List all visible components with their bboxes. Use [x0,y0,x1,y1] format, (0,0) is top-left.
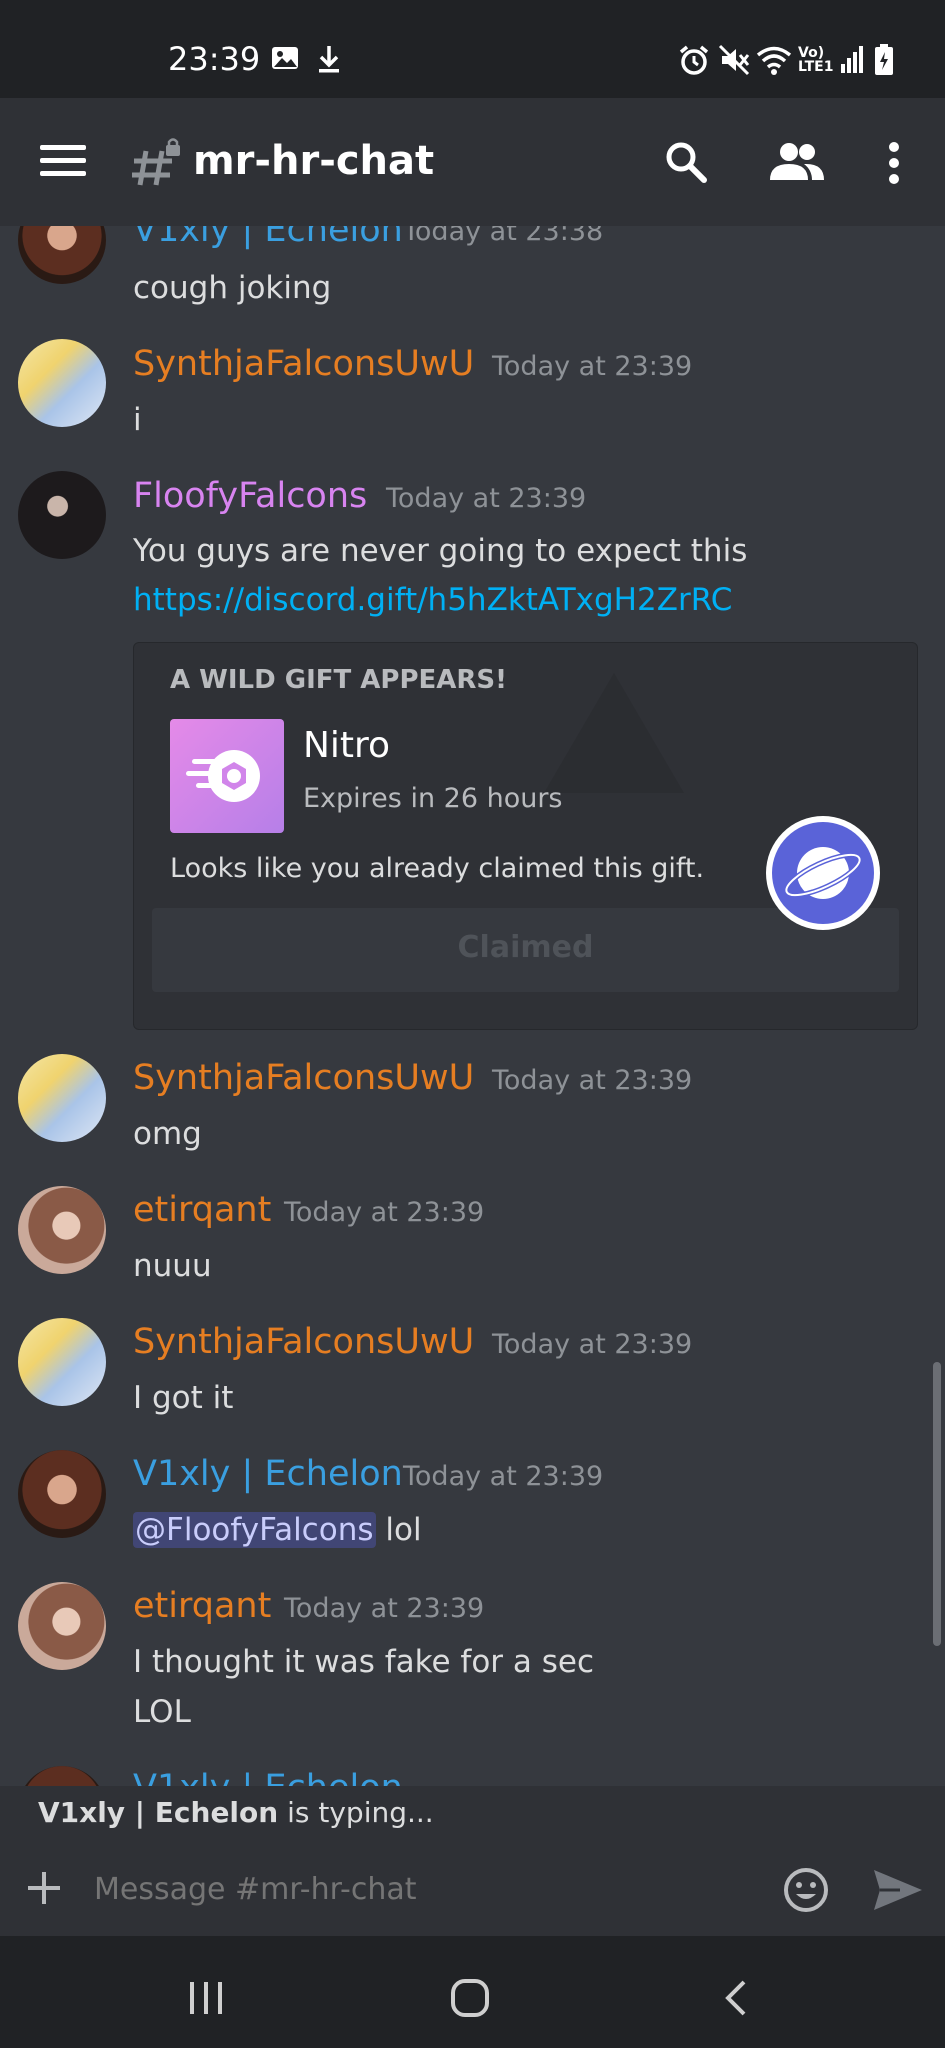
alarm-icon [678,44,710,80]
avatar[interactable] [18,1766,106,1786]
claimed-button-label: Claimed [457,930,594,965]
status-bar: 23:39 Vo) LTE1 [0,0,945,98]
timestamp: Today at 23:39 [492,1329,693,1360]
menu-icon[interactable] [40,143,86,183]
planet-icon [772,822,874,924]
send-icon[interactable] [872,1868,924,1916]
avatar[interactable] [18,1186,106,1274]
timestamp: Today at 23:39 [403,1461,604,1492]
message-text: I thought it was fake for a sec [133,1644,595,1680]
username[interactable]: SynthjaFalconsUwU [133,1322,474,1362]
timestamp: Today at 23:39 [492,1065,693,1096]
avatar[interactable] [18,226,106,284]
message-input[interactable] [92,1860,756,1918]
gift-heading: A WILD GIFT APPEARS! [170,665,508,695]
message-text: LOL [133,1694,191,1730]
message-text: @FloofyFalcons lol [133,1512,422,1548]
download-icon [316,44,342,78]
avatar[interactable] [18,1318,106,1406]
locked-channel-icon [132,137,184,191]
recent-apps-icon[interactable] [188,1980,224,2020]
back-icon[interactable] [722,1978,750,2022]
mute-icon [718,44,750,80]
timestamp: Today at 23:38 [403,226,604,247]
typing-text: V1xly | Echelon is typing... [38,1796,434,1829]
message-text-suffix: lol [385,1512,422,1548]
timestamp: Today at 23:39 [492,351,693,382]
nitro-icon [186,750,260,802]
avatar[interactable] [18,339,106,427]
floating-browser-bubble[interactable] [766,816,880,930]
typing-indicator: V1xly | Echelon is typing... [0,1786,945,1842]
gift-expiry: Expires in 26 hours [303,783,563,814]
timestamp: Today at 23:39 [284,1197,485,1228]
avatar[interactable] [18,1582,106,1670]
embed-background-art [544,673,684,793]
system-nav-bar [0,1936,945,2048]
typing-suffix: is typing... [278,1796,434,1829]
username[interactable]: etirqant [133,1190,271,1230]
emoji-icon[interactable] [782,1866,830,1918]
message-composer [0,1842,945,1936]
timestamp: Today at 23:39 [284,1593,485,1624]
message-text: I got it [133,1380,234,1416]
search-icon[interactable] [664,140,708,188]
gift-claimed-note: Looks like you already claimed this gift… [170,853,705,884]
message-text: i [133,402,142,438]
gift-title: Nitro [303,725,391,766]
avatar[interactable] [18,1054,106,1142]
message-text: nuuu [133,1248,212,1284]
username[interactable]: V1xly | Echelon [133,226,403,250]
volte-icon: Vo) LTE1 [798,45,834,75]
username[interactable]: V1xly | Echelon [133,1454,403,1494]
message-text: omg [133,1116,202,1152]
username[interactable]: FloofyFalcons [133,476,367,516]
username[interactable]: SynthjaFalconsUwU [133,344,474,384]
overflow-menu-icon[interactable] [887,141,901,189]
message-text: cough joking [133,270,332,306]
channel-title: mr-hr-chat [193,138,435,184]
nitro-logo [170,719,284,833]
add-attachment-icon[interactable] [26,1870,62,1910]
status-time: 23:39 [168,40,261,78]
members-icon[interactable] [770,142,824,186]
avatar[interactable] [18,1450,106,1538]
message-list[interactable]: V1xly | Echelon Today at 23:38 cough jok… [0,226,945,1786]
gift-link[interactable]: https://discord.gift/h5hZktATxgH2ZrRC [133,582,732,618]
image-icon [270,44,300,76]
scrollbar[interactable] [933,1362,941,1646]
message-text: You guys are never going to expect this [133,533,748,569]
signal-icon [840,44,866,78]
home-icon[interactable] [450,1978,490,2022]
avatar[interactable] [18,471,106,559]
typing-user: V1xly | Echelon [38,1796,279,1829]
username[interactable]: SynthjaFalconsUwU [133,1058,474,1098]
timestamp: Today at 23:39 [386,483,587,514]
battery-icon [874,44,894,80]
user-mention[interactable]: @FloofyFalcons [133,1512,376,1548]
username[interactable]: etirqant [133,1586,271,1626]
wifi-icon [756,44,792,80]
username[interactable]: V1xly | Echelon [133,1768,403,1786]
